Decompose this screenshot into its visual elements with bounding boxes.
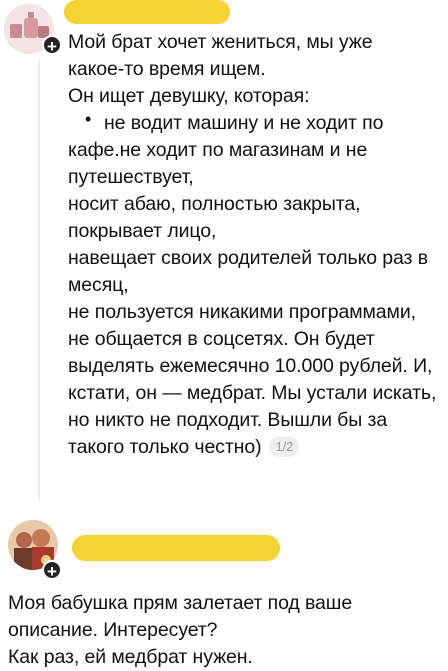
- comment-line: путешествует,: [68, 166, 194, 188]
- follow-plus-icon[interactable]: +: [42, 560, 62, 581]
- reply-line: Моя бабушка прям залетает под ваше: [8, 592, 353, 614]
- comment-line: какое-то время ищем.: [68, 58, 266, 80]
- bullet-icon: •: [85, 109, 92, 129]
- comment-line: кафе.не ходит по магазинам и не: [68, 139, 368, 161]
- page-indicator-badge[interactable]: 1/2: [269, 437, 300, 457]
- comment-line: Мой брат хочет жениться, мы уже: [68, 31, 373, 53]
- redacted-username: [64, 0, 230, 24]
- comment-line: кстати, он — медбрат. Мы устали искать,: [68, 382, 437, 404]
- comment-line: но никто не подходит. Вышли бы за: [68, 409, 388, 431]
- redacted-username: [72, 535, 280, 561]
- follow-plus-icon[interactable]: +: [42, 35, 62, 56]
- comment-line: навещает своих родителей только раз в: [68, 247, 428, 269]
- comment-line: месяц,: [68, 274, 129, 296]
- comment-line: не водит машину и не ходит по: [104, 112, 384, 134]
- comment-last-line: такого только честно) 1/2: [68, 434, 300, 460]
- comment-line: выделять ежемесячно 10.000 рублей. И,: [68, 355, 433, 377]
- thread-line: [38, 60, 40, 500]
- reply-line: Как раз, ей медбрат нужен.: [8, 646, 253, 668]
- comment-line: не общается в соцсетях. Он будет: [68, 328, 375, 350]
- comment-line: такого только честно): [68, 436, 262, 458]
- comment-line: носит абаю, полностью закрыта,: [68, 193, 361, 215]
- comment-line: не пользуется никакими программами,: [68, 301, 416, 323]
- comment-line: Он ищет девушку, которая:: [68, 85, 310, 107]
- reply-line: описание. Интересует?: [8, 619, 218, 641]
- comment-line: покрывает лицо,: [68, 220, 217, 242]
